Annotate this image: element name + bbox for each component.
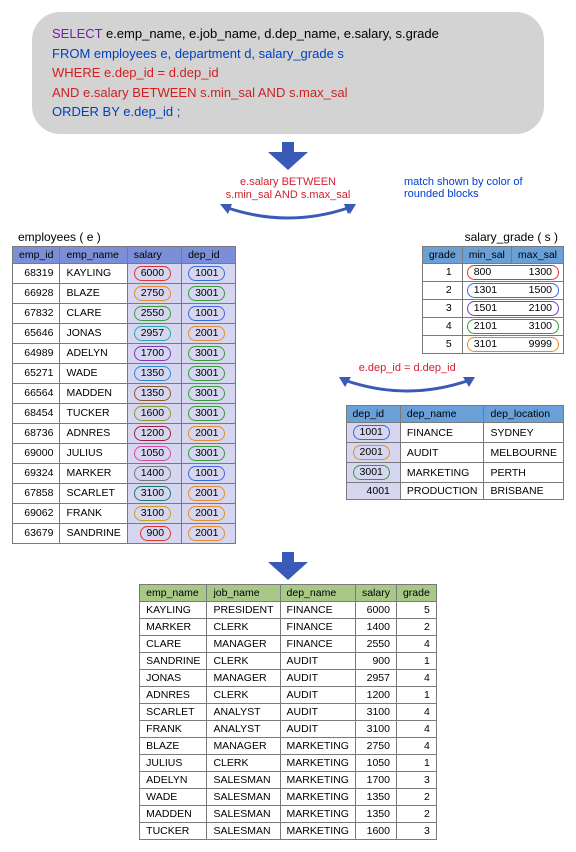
emp-hdr-name: emp_name (60, 246, 127, 263)
table-row: 3001MARKETINGPERTH (346, 463, 563, 483)
table-row: MARKERCLERKFINANCE14002 (140, 618, 437, 635)
table-row: JONASMANAGERAUDIT29574 (140, 669, 437, 686)
table-row: 1001FINANCESYDNEY (346, 423, 563, 443)
table-row: 69000JULIUS10503001 (13, 443, 236, 463)
table-row: 69324MARKER14001001 (13, 463, 236, 483)
table-row: 63679SANDRINE9002001 (13, 523, 236, 543)
dep-hdr-id: dep_id (346, 406, 400, 423)
double-arrow-icon (250, 377, 564, 395)
sql-and: AND e.salary BETWEEN s.min_sal AND s.max… (52, 83, 524, 103)
sql-kw-select: SELECT (52, 26, 106, 41)
employees-label: employees ( e ) (18, 230, 236, 244)
table-row: 68454TUCKER16003001 (13, 403, 236, 423)
join-dep-label: e.dep_id = d.dep_id (250, 362, 564, 375)
res-hdr-sal: salary (355, 584, 396, 601)
emp-hdr-salary: salary (127, 246, 181, 263)
table-row: TUCKERSALESMANMARKETING16003 (140, 822, 437, 839)
table-row: ADNRESCLERKAUDIT12001 (140, 686, 437, 703)
res-hdr-emp: emp_name (140, 584, 207, 601)
res-hdr-dep: dep_name (280, 584, 355, 601)
employees-block: employees ( e ) emp_id emp_name salary d… (12, 228, 236, 544)
salary-grade-block: salary_grade ( s ) grade min_sal max_sal… (250, 228, 564, 354)
table-row: 65271WADE13503001 (13, 363, 236, 383)
department-table: dep_id dep_name dep_location 1001FINANCE… (346, 405, 564, 500)
res-hdr-grade: grade (396, 584, 436, 601)
arrow-down-icon (12, 552, 564, 580)
table-row: 18001300 (422, 263, 563, 281)
table-row: 65646JONAS29572001 (13, 323, 236, 343)
table-row: ADELYNSALESMANMARKETING17003 (140, 771, 437, 788)
table-row: 213011500 (422, 281, 563, 299)
table-row: 66928BLAZE27503001 (13, 283, 236, 303)
salary-grade-table: grade min_sal max_sal 180013002130115003… (422, 246, 564, 354)
grade-hdr-max: max_sal (511, 246, 563, 263)
employees-table: emp_id emp_name salary dep_id 68319KAYLI… (12, 246, 236, 544)
grade-hdr-grade: grade (422, 246, 462, 263)
dep-hdr-name: dep_name (400, 406, 484, 423)
table-row: 64989ADELYN17003001 (13, 343, 236, 363)
sql-query-box: SELECT e.emp_name, e.job_name, d.dep_nam… (32, 12, 544, 134)
double-arrow-icon (218, 204, 358, 222)
dep-hdr-loc: dep_location (484, 406, 564, 423)
salary-grade-label: salary_grade ( s ) (256, 230, 564, 244)
table-row: 68319KAYLING60001001 (13, 263, 236, 283)
table-row: 2001AUDITMELBOURNE (346, 443, 563, 463)
sql-orderby: ORDER BY e.dep_id ; (52, 102, 524, 122)
table-row: 68736ADNRES12002001 (13, 423, 236, 443)
table-row: 4001PRODUCTIONBRISBANE (346, 483, 563, 500)
join-salary-label: e.salary BETWEEN s.min_sal AND s.max_sal (218, 176, 358, 202)
table-row: MADDENSALESMANMARKETING13502 (140, 805, 437, 822)
department-block: dep_id dep_name dep_location 1001FINANCE… (250, 405, 564, 500)
table-row: 67832CLARE25501001 (13, 303, 236, 323)
table-row: BLAZEMANAGERMARKETING27504 (140, 737, 437, 754)
arrow-down-icon (12, 142, 564, 170)
table-row: FRANKANALYSTAUDIT31004 (140, 720, 437, 737)
sql-where: WHERE e.dep_id = d.dep_id (52, 63, 524, 83)
grade-hdr-min: min_sal (462, 246, 511, 263)
table-row: KAYLINGPRESIDENTFINANCE60005 (140, 601, 437, 618)
table-row: 67858SCARLET31002001 (13, 483, 236, 503)
table-row: SCARLETANALYSTAUDIT31004 (140, 703, 437, 720)
result-table: emp_name job_name dep_name salary grade … (139, 584, 437, 840)
emp-hdr-id: emp_id (13, 246, 60, 263)
table-row: CLAREMANAGERFINANCE25504 (140, 635, 437, 652)
table-row: SANDRINECLERKAUDIT9001 (140, 652, 437, 669)
table-row: JULIUSCLERKMARKETING10501 (140, 754, 437, 771)
sql-from: FROM employees e, department d, salary_g… (52, 44, 524, 64)
emp-hdr-dep: dep_id (182, 246, 236, 263)
table-row: 69062FRANK31002001 (13, 503, 236, 523)
table-row: WADESALESMANMARKETING13502 (140, 788, 437, 805)
match-note: match shown by color of rounded blocks (404, 176, 554, 200)
table-row: 531019999 (422, 335, 563, 353)
table-row: 421013100 (422, 317, 563, 335)
sql-cols: e.emp_name, e.job_name, d.dep_name, e.sa… (106, 26, 439, 41)
table-row: 66564MADDEN13503001 (13, 383, 236, 403)
table-row: 315012100 (422, 299, 563, 317)
res-hdr-job: job_name (207, 584, 280, 601)
